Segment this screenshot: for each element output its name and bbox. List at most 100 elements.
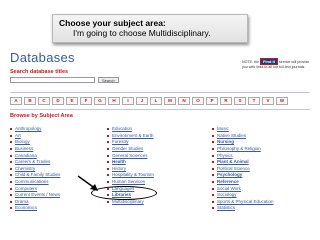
alphabet-letter-r[interactable]: R [220,97,232,105]
bullet-icon [212,148,214,151]
subject-link[interactable]: Hospitality & Tourism [112,172,154,178]
subject-item[interactable]: Native Studies [212,133,292,140]
subject-item[interactable]: Sports & Physical Education [212,199,292,206]
subject-link[interactable]: Careers & Trades [15,159,50,165]
bullet-icon [10,141,12,144]
alphabet-letter-c[interactable]: C [38,97,50,105]
subject-link[interactable]: Social Work [217,186,241,192]
subject-item[interactable]: Environment & Earth [107,133,187,140]
subject-link[interactable]: Sociology [217,192,237,198]
bullet-icon [212,207,214,210]
alphabet-letter-e[interactable]: E [66,97,78,105]
alphabet-letter-m[interactable]: M [164,97,176,105]
subject-link[interactable]: Sports & Physical Education [217,199,274,205]
subject-item[interactable]: History [107,166,187,173]
divider [10,92,310,93]
subject-item[interactable]: Health [107,159,187,166]
subject-item[interactable]: Social Work [212,185,292,192]
subject-item[interactable]: Nursing [212,139,292,146]
bullet-icon [212,141,214,144]
subject-link[interactable]: Human Services [112,179,145,185]
subject-item[interactable]: Economics [10,205,90,212]
bullet-icon [212,181,214,184]
subject-link[interactable]: General Sciences [112,153,148,159]
subject-item[interactable]: Plant & Animal [212,159,292,166]
subject-item[interactable]: Business [10,146,90,153]
subject-link[interactable]: Philosophy & Religion [217,146,261,152]
alphabet-letter-v[interactable]: V [262,97,274,105]
subject-item[interactable]: Hospitality & Tourism [107,172,187,179]
subject-item[interactable]: Music [212,126,292,133]
subject-link[interactable]: Computers [15,186,37,192]
subject-item[interactable]: Drama [10,199,90,206]
divider [10,109,310,110]
subject-item[interactable]: Physics [212,152,292,159]
alphabet-letter-j[interactable]: J [136,97,148,105]
alphabet-letter-n[interactable]: N [178,97,190,105]
subject-link[interactable]: Education [112,126,132,132]
alphabet-nav: ABCDEFGHIJLMNOPRSTVW [10,97,288,105]
subject-item[interactable]: General Sciences [107,152,187,159]
alphabet-letter-b[interactable]: B [24,97,36,105]
subject-item[interactable]: Forestry [107,139,187,146]
subject-item[interactable]: Reference [212,179,292,186]
subject-item[interactable]: Biology [10,139,90,146]
subject-link[interactable]: Psychology [217,172,242,178]
alphabet-letter-t[interactable]: T [248,97,260,105]
subject-link[interactable]: Art [15,133,21,139]
subject-link[interactable]: Drama [15,199,29,205]
subject-link[interactable]: Statistics [217,205,235,211]
search-button[interactable]: Search [98,77,119,83]
subject-link[interactable]: Health [112,159,126,165]
search-input[interactable] [10,77,95,83]
alphabet-letter-i[interactable]: I [122,97,134,105]
alphabet-letter-h[interactable]: H [108,97,120,105]
subject-link[interactable]: Plant & Animal [217,159,249,165]
subject-link[interactable]: Forestry [112,139,129,145]
subject-item[interactable]: Gender Studies [107,146,187,153]
alphabet-letter-s[interactable]: S [234,97,246,105]
subject-link[interactable]: Anthropology [15,126,42,132]
subject-link[interactable]: Economics [15,205,37,211]
alphabet-letter-o[interactable]: O [192,97,204,105]
subject-item[interactable]: Art [10,133,90,140]
subject-item[interactable]: Anthropology [10,126,90,133]
alphabet-letter-p[interactable]: P [206,97,218,105]
subject-link[interactable]: Business [15,146,33,152]
subject-link[interactable]: Child & Family Studies [15,172,60,178]
bullet-icon [10,187,12,190]
bullet-icon [212,187,214,190]
subject-item[interactable]: Sociology [212,192,292,199]
subject-link[interactable]: Political Science [217,166,250,172]
subject-link[interactable]: Music [217,126,229,132]
subject-item[interactable]: Political Science [212,166,292,173]
subject-link[interactable]: Physics [217,153,233,159]
alphabet-letter-d[interactable]: D [52,97,64,105]
subject-item[interactable]: Psychology [212,172,292,179]
subject-item[interactable]: Chemistry [10,166,90,173]
subject-item[interactable]: Human Services [107,179,187,186]
alphabet-letter-l[interactable]: L [150,97,162,105]
subject-link[interactable]: Nursing [217,139,234,145]
subject-link[interactable]: Biology [15,139,30,145]
subject-item[interactable]: Philosophy & Religion [212,146,292,153]
subject-link[interactable]: Reference [217,179,239,185]
subject-link[interactable]: History [112,166,126,172]
alphabet-letter-w[interactable]: W [276,97,288,105]
subject-link[interactable]: Gender Studies [112,146,143,152]
alphabet-letter-g[interactable]: G [94,97,106,105]
alphabet-letter-a[interactable]: A [10,97,22,105]
subject-item[interactable]: Careers & Trades [10,159,90,166]
subject-link[interactable]: Communications [15,179,49,185]
subject-link[interactable]: Canadiana [15,153,37,159]
subject-link[interactable]: Chemistry [15,166,35,172]
subject-link[interactable]: Native Studies [217,133,246,139]
subject-item[interactable]: Statistics [212,205,292,212]
subject-link[interactable]: Current Events / News [15,192,60,198]
find-it-badge[interactable]: Find It [259,58,278,65]
browse-title: Browse by Subject Area [10,113,73,119]
subject-item[interactable]: Canadiana [10,152,90,159]
subject-item[interactable]: Education [107,126,187,133]
subject-link[interactable]: Environment & Earth [112,133,154,139]
alphabet-letter-f[interactable]: F [80,97,92,105]
